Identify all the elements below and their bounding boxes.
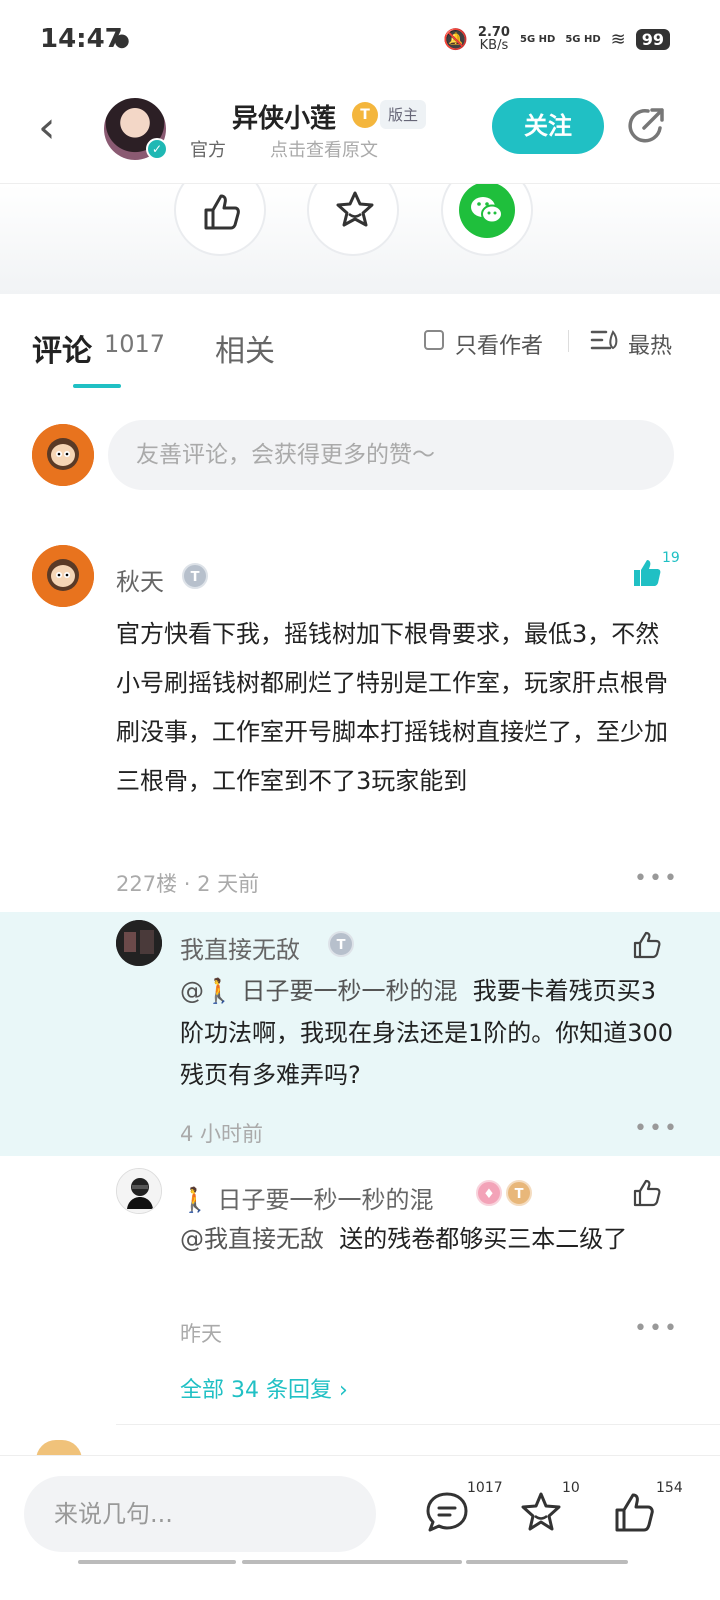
more-options-icon[interactable]: •••	[634, 1316, 679, 1341]
star-icon	[336, 191, 374, 227]
wechat-status-icon: ●	[114, 30, 130, 51]
reply-username[interactable]: 🚶 日子要一秒一秒的混	[180, 1180, 434, 1215]
comment-like-icon[interactable]	[632, 558, 662, 588]
post-header: ‹ ✓ 异侠小莲 T 版主 官方 点击查看原文 关注	[0, 80, 720, 184]
wechat-icon	[459, 182, 515, 238]
mute-icon: 🔕	[443, 27, 468, 51]
comment-icon[interactable]	[424, 1490, 470, 1536]
comment-time: 2 天前	[197, 872, 260, 896]
moderator-badge: 版主	[380, 100, 427, 129]
nav-indicator	[466, 1560, 628, 1564]
net-speed-unit: KB/s	[479, 38, 509, 53]
reply-time: 4 小时前	[180, 1122, 264, 1146]
reply-avatar[interactable]	[116, 920, 162, 966]
user-level-badge: T	[182, 563, 208, 589]
bottom-comment-count: 1017	[467, 1480, 503, 1496]
sort-icon[interactable]	[590, 328, 620, 354]
comment-username[interactable]: 秋天	[116, 562, 164, 597]
thumb-up-icon	[204, 194, 240, 230]
follow-button[interactable]: 关注	[492, 98, 604, 154]
divider	[568, 330, 569, 352]
comment-input[interactable]	[108, 420, 674, 490]
divider	[116, 1424, 720, 1425]
more-options-icon[interactable]: •••	[634, 866, 679, 891]
status-right: 🔕 2.70 KB/s 5G HD 5G HD ≋ 99	[443, 26, 670, 52]
comment-like-count: 19	[662, 550, 680, 566]
nav-indicator	[242, 1560, 462, 1564]
share-icon[interactable]	[626, 104, 668, 146]
comment-avatar[interactable]	[32, 545, 94, 607]
reply-like-icon[interactable]	[632, 1178, 662, 1208]
like-icon[interactable]	[612, 1490, 658, 1536]
battery-level: 99	[635, 28, 670, 50]
reply-like-icon[interactable]	[632, 930, 662, 960]
bottom-like-count: 154	[656, 1480, 683, 1496]
comment-text: 官方快看下我，摇钱树加下根骨要求，最低3，不然小号刷摇钱树都刷烂了特别是工作室，…	[116, 620, 668, 795]
official-tag: 官方	[190, 140, 226, 161]
sort-hot-label[interactable]: 最热	[628, 328, 672, 360]
signal-2: 5G HD	[565, 33, 601, 45]
reply-text: @我直接无敌 送的残卷都够买三本二级了	[180, 1218, 680, 1260]
reply-mention[interactable]: @🚶 日子要一秒一秒的混	[180, 977, 458, 1005]
level-badge: T	[352, 102, 378, 128]
nav-indicator	[78, 1560, 236, 1564]
reply-time: 昨天	[180, 1322, 222, 1346]
bottom-bar: 1017 10 154	[0, 1455, 720, 1600]
user-badge: ♦	[476, 1180, 502, 1206]
favorite-icon[interactable]	[518, 1490, 564, 1536]
tab-comments-count: 1017	[104, 330, 166, 358]
tab-comments[interactable]: 评论	[32, 326, 92, 370]
comment-floor: 227楼	[116, 872, 178, 896]
only-author-label[interactable]: 只看作者	[455, 328, 543, 360]
quick-comment-input[interactable]	[24, 1476, 376, 1552]
signal-1: 5G HD	[519, 33, 556, 45]
reply-username[interactable]: 我直接无敌	[180, 930, 300, 965]
wifi-icon: ≋	[610, 28, 626, 50]
author-name[interactable]: 异侠小莲	[232, 98, 336, 135]
user-level-badge: T	[328, 931, 354, 957]
verified-icon: ✓	[146, 138, 168, 160]
reply-mention[interactable]: @我直接无敌	[180, 1225, 324, 1253]
comment-meta: 227楼 · 2 天前	[116, 872, 260, 896]
reply-content: 送的残卷都够买三本二级了	[339, 1225, 628, 1253]
tab-active-indicator	[73, 384, 121, 388]
reply-text: @🚶 日子要一秒一秒的混 我要卡着残页买3阶功法啊，我现在身法还是1阶的。你知道…	[180, 970, 680, 1096]
user-level-badge: T	[506, 1180, 532, 1206]
bottom-favorite-count: 10	[562, 1480, 580, 1496]
view-original-link[interactable]: 点击查看原文	[270, 136, 378, 162]
status-time: 14:47	[40, 24, 123, 54]
only-author-checkbox[interactable]	[424, 330, 444, 350]
my-avatar	[32, 424, 94, 486]
more-options-icon[interactable]: •••	[634, 1116, 679, 1141]
tab-related[interactable]: 相关	[215, 326, 275, 370]
back-icon[interactable]: ‹	[38, 106, 56, 150]
all-replies-link[interactable]: 全部 34 条回复 ›	[180, 1372, 348, 1404]
status-bar: 14:47 ● 🔕 2.70 KB/s 5G HD 5G HD ≋ 99	[0, 0, 720, 80]
reply-avatar[interactable]	[116, 1168, 162, 1214]
